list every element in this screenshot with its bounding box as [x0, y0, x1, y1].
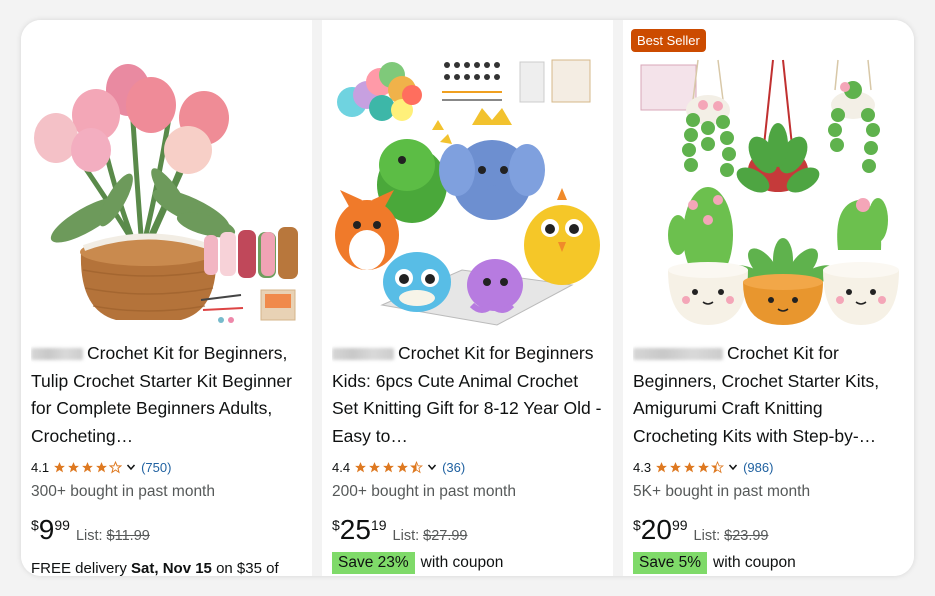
bought-count: 5K+ bought in past month: [633, 483, 811, 500]
price-whole: 20: [640, 514, 672, 545]
product-image[interactable]: [21, 20, 312, 330]
review-count-link[interactable]: (986): [743, 460, 773, 475]
star-rating[interactable]: [53, 460, 123, 474]
price[interactable]: $ 25 19 List: $27.99: [332, 514, 467, 548]
star-empty-icon: [109, 460, 123, 474]
list-price-label: List:: [75, 528, 103, 544]
rating-value: 4.4: [332, 459, 351, 475]
card-divider: [312, 20, 322, 576]
product-card[interactable]: Best Seller Crochet Kit for Beginners, C…: [623, 20, 914, 576]
coupon-row[interactable]: Save 5% with coupon: [633, 552, 796, 574]
star-full-icon: [670, 461, 681, 472]
star-full-icon: [656, 461, 667, 472]
star-full-icon: [698, 461, 709, 472]
delivery-date: Sat, Nov 15: [131, 560, 212, 576]
price-fraction: 19: [370, 517, 387, 533]
save-badge[interactable]: Save 5%: [633, 552, 708, 574]
bought-count: 300+ bought in past month: [31, 483, 215, 500]
brand-name-redacted: [31, 348, 83, 361]
list-price: $11.99: [106, 528, 150, 544]
star-half-icon: [410, 460, 424, 473]
price-fraction: 99: [671, 517, 688, 533]
list-price: $23.99: [724, 528, 769, 544]
product-card[interactable]: Crochet Kit for Beginners, Tulip Crochet…: [21, 20, 312, 576]
price-symbol: $: [332, 517, 340, 533]
star-full-icon: [369, 461, 380, 472]
best-seller-badge: Best Seller: [631, 29, 706, 52]
list-price: $27.99: [423, 528, 468, 544]
review-count-link[interactable]: (36): [442, 460, 465, 475]
star-full-icon: [397, 461, 408, 472]
brand-name-redacted: [332, 348, 394, 361]
star-rating[interactable]: [655, 460, 725, 474]
product-image[interactable]: Best Seller: [623, 20, 914, 330]
price[interactable]: $ 9 99 List: $11.99: [31, 514, 150, 548]
rating-row: 4.1 (750): [31, 458, 171, 476]
chevron-down-icon[interactable]: [426, 461, 438, 473]
delivery-info: FREE delivery Sat, Nov 15 on $35 of: [31, 560, 279, 576]
price-symbol: $: [31, 517, 39, 533]
chevron-down-icon[interactable]: [125, 461, 137, 473]
bought-count: 200+ bought in past month: [332, 483, 516, 500]
product-image[interactable]: [322, 20, 613, 330]
rating-row: 4.4 (36): [332, 458, 465, 476]
brand-name-redacted: [633, 348, 723, 361]
review-count-link[interactable]: (750): [141, 460, 171, 475]
coupon-text: with coupon: [420, 554, 504, 571]
delivery-suffix: on $35 of: [211, 560, 279, 576]
rating-value: 4.3: [633, 459, 652, 475]
rating-value: 4.1: [31, 459, 50, 475]
save-badge[interactable]: Save 23%: [332, 552, 415, 574]
price-symbol: $: [633, 517, 641, 533]
star-full-icon: [82, 461, 93, 472]
card-divider: [613, 20, 623, 576]
star-full-icon: [54, 461, 65, 472]
star-full-icon: [96, 461, 107, 472]
star-rating[interactable]: [354, 460, 424, 474]
product-grid: Crochet Kit for Beginners, Tulip Crochet…: [21, 20, 914, 576]
star-full-icon: [68, 461, 79, 472]
star-full-icon: [684, 461, 695, 472]
star-full-icon: [355, 461, 366, 472]
star-full-icon: [383, 461, 394, 472]
price[interactable]: $ 20 99 List: $23.99: [633, 514, 768, 548]
delivery-prefix: FREE delivery: [31, 560, 132, 576]
chevron-down-icon[interactable]: [727, 461, 739, 473]
price-fraction: 99: [54, 517, 70, 533]
coupon-text: with coupon: [713, 554, 796, 571]
product-title[interactable]: Crochet Kit for Beginners Kids: 6pcs Cut…: [332, 340, 607, 450]
rating-row: 4.3 (986): [633, 458, 773, 476]
price-whole: 9: [38, 514, 55, 545]
product-card[interactable]: Crochet Kit for Beginners Kids: 6pcs Cut…: [322, 20, 613, 576]
list-price-label: List:: [392, 528, 420, 544]
product-title[interactable]: Crochet Kit for Beginners, Crochet Start…: [633, 340, 908, 450]
list-price-label: List:: [693, 528, 721, 544]
product-title[interactable]: Crochet Kit for Beginners, Tulip Crochet…: [31, 340, 306, 450]
star-half-icon: [711, 460, 725, 473]
tulip-crochet-image: [21, 20, 312, 330]
price-whole: 25: [339, 514, 371, 545]
plant-crochet-image: [623, 20, 914, 330]
animal-crochet-image: [322, 20, 613, 330]
coupon-row[interactable]: Save 23% with coupon: [332, 552, 503, 574]
